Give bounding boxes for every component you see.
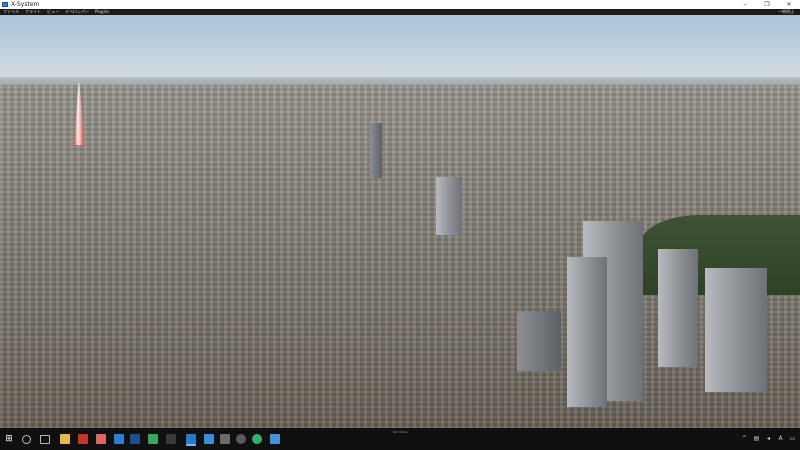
office-block <box>517 311 561 371</box>
notification-icon[interactable]: ▭ <box>789 434 796 442</box>
taskbar-hint: Sim Mode <box>392 430 408 434</box>
app-icon-dark[interactable] <box>166 434 176 444</box>
volume-icon[interactable]: ◂ <box>765 434 772 442</box>
settings-icon[interactable] <box>236 434 246 444</box>
app-icon-grey[interactable] <box>220 434 230 444</box>
app-icon-red-2[interactable] <box>96 434 106 444</box>
xplane-icon[interactable] <box>186 434 196 446</box>
app-icon-navy[interactable] <box>130 434 140 444</box>
network-icon[interactable]: ▤ <box>753 434 760 442</box>
window-titlebar[interactable]: X-System – ❐ ✕ <box>0 0 800 9</box>
mid-tower <box>436 177 462 235</box>
app-icon-blue[interactable] <box>114 434 124 444</box>
sky <box>0 15 800 85</box>
maximize-icon: ❐ <box>764 1 770 8</box>
close-icon: ✕ <box>786 1 792 8</box>
app-icon-green[interactable] <box>148 434 158 444</box>
skyscraper-far-right <box>705 268 767 392</box>
ime-icon[interactable]: A <box>777 434 784 442</box>
maximize-button[interactable]: ❐ <box>756 0 778 9</box>
skyscraper-right <box>658 249 698 367</box>
window-title: X-System <box>11 1 40 8</box>
minimize-icon: – <box>743 1 747 8</box>
close-button[interactable]: ✕ <box>778 0 800 9</box>
skyscraper-front <box>567 257 607 407</box>
window-controls: – ❐ ✕ <box>734 0 800 9</box>
store-icon[interactable] <box>270 434 280 444</box>
xsystem-app-icon <box>2 2 8 7</box>
browser-icon[interactable] <box>252 434 262 444</box>
task-view-icon[interactable] <box>40 435 50 444</box>
chevron-up-icon[interactable]: ^ <box>741 434 748 442</box>
photos-icon[interactable] <box>204 434 214 444</box>
windows-taskbar: ⊞ Sim Mode ^ ▤ ◂ A ▭ <box>0 428 800 450</box>
simulator-viewport[interactable] <box>0 15 800 428</box>
app-icon-red[interactable] <box>78 434 88 444</box>
windows-start-icon[interactable]: ⊞ <box>4 434 14 444</box>
search-icon[interactable] <box>22 435 31 444</box>
minimize-button[interactable]: – <box>734 0 756 9</box>
explorer-icon[interactable] <box>60 434 70 444</box>
system-tray: ^ ▤ ◂ A ▭ <box>741 434 796 442</box>
distant-tower <box>370 123 382 178</box>
